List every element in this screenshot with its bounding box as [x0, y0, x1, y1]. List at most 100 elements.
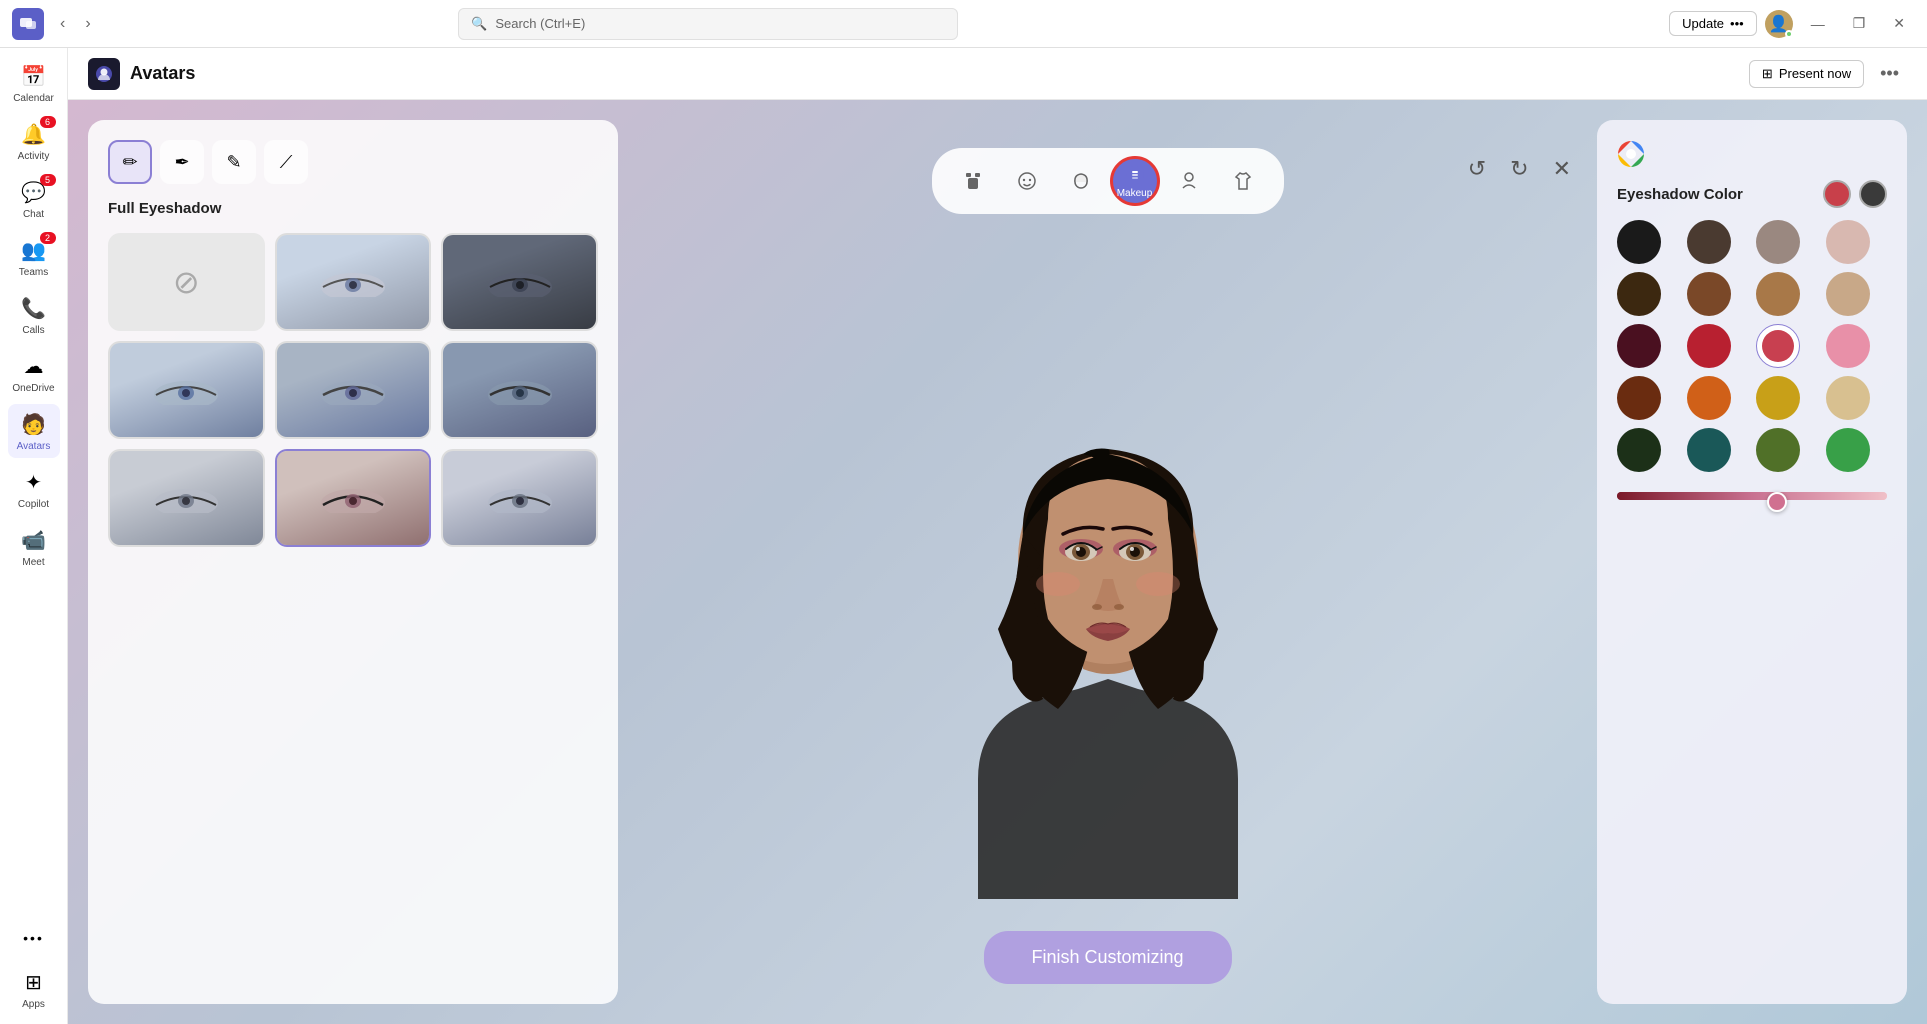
sidebar-item-apps[interactable]: ⊞ Apps: [8, 962, 60, 1016]
makeup-label: Makeup: [1117, 188, 1153, 199]
selected-color-2[interactable]: [1859, 180, 1887, 208]
color-swatch[interactable]: [1687, 220, 1731, 264]
tool-accessories[interactable]: [1164, 156, 1214, 206]
color-slider[interactable]: [1617, 492, 1887, 500]
nav-buttons: ‹ ›: [52, 11, 99, 37]
tab-eyeliner[interactable]: ✒: [160, 140, 204, 184]
color-swatch[interactable]: [1687, 272, 1731, 316]
eye-option-3[interactable]: [108, 341, 265, 439]
calls-icon: 📞: [20, 294, 48, 322]
selected-colors: [1823, 180, 1887, 208]
sidebar-item-calls[interactable]: 📞 Calls: [8, 288, 60, 342]
content-area: Avatars ⊞ Present now ••• ✏ ✒ ✎ ⟋ Full E…: [68, 48, 1927, 1024]
sidebar-item-calendar[interactable]: 📅 Calendar: [8, 56, 60, 110]
close-editor-button[interactable]: ✕: [1547, 150, 1577, 188]
user-avatar: 👤: [1765, 10, 1793, 38]
color-swatch[interactable]: [1617, 428, 1661, 472]
color-swatch[interactable]: [1756, 428, 1800, 472]
sidebar-item-copilot[interactable]: ✦ Copilot: [8, 462, 60, 516]
color-swatch[interactable]: [1826, 220, 1870, 264]
sidebar-item-more[interactable]: •••: [8, 918, 60, 958]
sidebar-item-avatars[interactable]: 🧑 Avatars: [8, 404, 60, 458]
workspace: ✏ ✒ ✎ ⟋ Full Eyeshadow ⊘: [68, 100, 1927, 1024]
tool-makeup[interactable]: Makeup: [1110, 156, 1160, 206]
color-swatch[interactable]: [1756, 272, 1800, 316]
teams-logo-icon: [12, 8, 44, 40]
search-placeholder: Search (Ctrl+E): [495, 16, 585, 31]
app-header: Avatars ⊞ Present now •••: [68, 48, 1927, 100]
minimize-button[interactable]: —: [1801, 12, 1835, 36]
close-button[interactable]: ✕: [1883, 11, 1915, 36]
eye-option-7[interactable]: [275, 449, 432, 547]
sidebar: 📅 Calendar 🔔 Activity 6 💬 Chat 5 👥 Teams…: [0, 48, 68, 1024]
tab-eyebrow[interactable]: ✎: [212, 140, 256, 184]
teams-badge: 2: [40, 232, 56, 244]
update-button[interactable]: Update •••: [1669, 11, 1757, 36]
tool-hair[interactable]: [1056, 156, 1106, 206]
color-swatch[interactable]: [1826, 324, 1870, 368]
makeup-tabs: ✏ ✒ ✎ ⟋: [108, 140, 598, 184]
eyeshadow-color-title: Eyeshadow Color: [1617, 186, 1743, 203]
copilot-icon: ✦: [20, 468, 48, 496]
forward-button[interactable]: ›: [77, 11, 98, 37]
sidebar-item-onedrive[interactable]: ☁ OneDrive: [8, 346, 60, 400]
color-swatch[interactable]: [1617, 220, 1661, 264]
color-swatch[interactable]: [1687, 428, 1731, 472]
chat-badge: 5: [40, 174, 56, 186]
left-panel: ✏ ✒ ✎ ⟋ Full Eyeshadow ⊘: [88, 120, 618, 1004]
app-icon: [88, 58, 120, 90]
eye-option-2[interactable]: [441, 233, 598, 331]
color-swatch[interactable]: [1617, 324, 1661, 368]
eye-option-5[interactable]: [441, 341, 598, 439]
top-toolbar: Makeup: [932, 148, 1284, 214]
app-more-button[interactable]: •••: [1872, 59, 1907, 88]
undo-button[interactable]: ↺: [1462, 150, 1492, 188]
more-icon: •••: [20, 924, 48, 952]
tab-full-eyeshadow[interactable]: ✏: [108, 140, 152, 184]
present-icon: ⊞: [1762, 66, 1773, 82]
header-actions: ⊞ Present now •••: [1749, 59, 1907, 88]
title-bar: ‹ › 🔍 Search (Ctrl+E) Update ••• 👤 — ❐ ✕: [0, 0, 1927, 48]
color-swatch[interactable]: [1617, 272, 1661, 316]
color-swatch[interactable]: [1617, 376, 1661, 420]
color-swatch[interactable]: [1826, 376, 1870, 420]
eye-option-4[interactable]: [275, 341, 432, 439]
color-swatch[interactable]: [1687, 324, 1731, 368]
color-swatch[interactable]: [1756, 220, 1800, 264]
sidebar-item-activity[interactable]: 🔔 Activity 6: [8, 114, 60, 168]
onedrive-icon: ☁: [20, 352, 48, 380]
status-indicator: [1785, 30, 1793, 38]
finish-customizing-button[interactable]: Finish Customizing: [983, 931, 1231, 984]
eye-option-8[interactable]: [441, 449, 598, 547]
tool-body[interactable]: [948, 156, 998, 206]
search-bar[interactable]: 🔍 Search (Ctrl+E): [458, 8, 958, 40]
right-panel: Eyeshadow Color: [1597, 120, 1907, 1004]
tab-lashes[interactable]: ⟋: [264, 140, 308, 184]
avatar-svg: [918, 339, 1298, 899]
eye-option-1[interactable]: [275, 233, 432, 331]
tool-clothing[interactable]: [1218, 156, 1268, 206]
color-swatch-selected[interactable]: [1756, 324, 1800, 368]
sidebar-item-chat[interactable]: 💬 Chat 5: [8, 172, 60, 226]
color-swatch[interactable]: [1826, 428, 1870, 472]
sidebar-item-meet[interactable]: 📹 Meet: [8, 520, 60, 574]
calendar-icon: 📅: [20, 62, 48, 90]
redo-button[interactable]: ↻: [1504, 150, 1534, 188]
present-now-button[interactable]: ⊞ Present now: [1749, 60, 1864, 88]
color-slider-container: [1617, 484, 1887, 500]
tool-face[interactable]: [1002, 156, 1052, 206]
selected-color-1[interactable]: [1823, 180, 1851, 208]
activity-badge: 6: [40, 116, 56, 128]
back-button[interactable]: ‹: [52, 11, 73, 37]
sidebar-item-teams[interactable]: 👥 Teams 2: [8, 230, 60, 284]
page-title: Avatars: [130, 63, 195, 84]
no-makeup-icon: ⊘: [173, 263, 200, 301]
maximize-button[interactable]: ❐: [1843, 11, 1876, 36]
eye-option-6[interactable]: [108, 449, 265, 547]
color-swatch[interactable]: [1826, 272, 1870, 316]
eye-option-none[interactable]: ⊘: [108, 233, 265, 331]
color-swatch[interactable]: [1687, 376, 1731, 420]
section-title: Full Eyeshadow: [108, 200, 598, 217]
search-icon: 🔍: [471, 16, 487, 32]
color-swatch[interactable]: [1756, 376, 1800, 420]
